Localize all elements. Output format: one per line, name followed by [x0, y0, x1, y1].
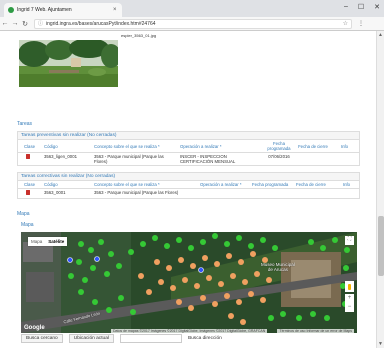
photo-filename[interactable]: espier_3563_01.jpg	[121, 33, 156, 38]
museum-label: Museo Municipal de Arucas	[261, 262, 295, 272]
address-bar[interactable]: ⓘ ingrid.ingra.es/bases/arucasPyt/index.…	[34, 18, 352, 29]
bookmark-star-icon[interactable]: ☆	[343, 20, 348, 27]
fecha-cierre-cell	[296, 152, 330, 165]
table-row[interactable]: 3563_0001 3563 - Parque municipal (Parqu…	[18, 188, 359, 198]
map-type-map[interactable]: Mapa	[28, 237, 45, 246]
concepto-cell: 3563 - Parque municipal (Parque las Flor…	[92, 152, 178, 165]
close-window-icon[interactable]: ✕	[374, 3, 380, 11]
map-view[interactable]: Mapa Satélite ⛶ + − Museo Municipal de Ar…	[21, 232, 357, 333]
direccion-input[interactable]	[119, 334, 182, 343]
fullscreen-icon[interactable]: ⛶	[345, 236, 354, 245]
mapa-title: Mapa	[17, 211, 30, 217]
col-concepto[interactable]: Concepto sobre el que se realiza *	[92, 140, 178, 153]
operacion-cell	[198, 188, 250, 198]
tareas-section: Tareas	[17, 121, 360, 127]
tareas-title: Tareas	[17, 121, 33, 127]
table-row[interactable]: 3563_ligen_0001 3563 - Parque municipal …	[18, 152, 359, 165]
concepto-cell: 3563 - Parque municipal (Parque las Flor…	[92, 188, 198, 198]
col-clase[interactable]: Clase	[18, 140, 42, 153]
col-codigo[interactable]: Código	[42, 181, 92, 189]
col-fecha-programada[interactable]: Fecha programada	[262, 140, 296, 153]
ubicacion-actual-button[interactable]: Ubicación actual	[68, 334, 114, 343]
col-fecha-cierre[interactable]: Fecha de cierre	[296, 140, 330, 153]
scroll-down-icon[interactable]: ▼	[378, 341, 383, 347]
map-terms[interactable]: Términos de uso Informar de un error de …	[277, 329, 354, 333]
tab-close-icon[interactable]: ×	[113, 7, 117, 13]
mapa-inner-title: Mapa	[21, 222, 34, 228]
codigo-cell: 3563_ligen_0001	[42, 152, 92, 165]
mapa-section: Mapa	[17, 211, 360, 217]
preventivas-table: Clase Código Concepto sobre el que se re…	[18, 140, 359, 165]
page-scrollbar[interactable]: ▲ ▼	[376, 31, 384, 348]
browser-toolbar: ← → ↻ ⓘ ingrid.ingra.es/bases/arucasPyt/…	[0, 17, 384, 31]
google-logo[interactable]: Google	[24, 325, 45, 331]
col-operacion[interactable]: Operación a realizar *	[178, 140, 262, 153]
col-fecha-programada[interactable]: Fecha programada	[250, 181, 294, 189]
browser-titlebar: Ingrid 7 Web. Ajuntamen × – ☐ ✕	[0, 0, 384, 17]
codigo-cell: 3563_0001	[42, 188, 92, 198]
info-cell	[330, 152, 359, 165]
col-clase[interactable]: Clase	[18, 181, 42, 189]
reload-icon[interactable]: ↻	[20, 20, 30, 28]
col-info[interactable]: Info	[330, 140, 359, 153]
correctivas-heading[interactable]: Tareas correctivas sin realizar (No cerr…	[18, 173, 359, 181]
table-header-row: Clase Código Concepto sobre el que se re…	[18, 140, 359, 153]
info-icon[interactable]: ⓘ	[38, 20, 43, 27]
pdf-icon[interactable]	[26, 190, 30, 195]
zoom-in-button[interactable]: +	[348, 294, 352, 303]
park-photo[interactable]	[19, 40, 118, 87]
clase-cell	[18, 152, 42, 165]
pegman-icon[interactable]	[345, 281, 354, 292]
preventivas-panel: Tareas preventivas sin realizar (No cerr…	[17, 131, 360, 166]
map-attribution: Datos de mapas ©2017 Imágenes ©2017 Digi…	[111, 329, 268, 333]
maximize-icon[interactable]: ☐	[358, 3, 364, 11]
site-favicon-icon	[8, 7, 14, 13]
zoom-out-button[interactable]: −	[348, 303, 352, 312]
info-cell	[334, 188, 359, 198]
map-type-satellite[interactable]: Satélite	[45, 237, 67, 246]
clase-cell	[18, 188, 42, 198]
tab-title: Ingrid 7 Web. Ajuntamen	[17, 7, 72, 13]
operacion-cell: INSCER - INSPECCION CERTIFICACIÓN MENSUA…	[178, 152, 262, 165]
preventivas-heading[interactable]: Tareas preventivas sin realizar (No cerr…	[18, 132, 359, 140]
fecha-cierre-cell	[294, 188, 334, 198]
pdf-icon[interactable]	[26, 154, 30, 159]
scrollbar-thumb[interactable]	[378, 216, 384, 276]
fecha-programada-cell	[250, 188, 294, 198]
buscar-cercano-button[interactable]: Busca cercano	[21, 334, 63, 343]
minimize-icon[interactable]: –	[344, 3, 348, 11]
col-info[interactable]: Info	[334, 181, 359, 189]
col-codigo[interactable]: Código	[42, 140, 92, 153]
map-type-toggle: Mapa Satélite	[28, 237, 68, 246]
back-icon[interactable]: ←	[0, 20, 10, 27]
busca-direccion-label[interactable]: Busca dirección	[188, 336, 222, 341]
col-operacion[interactable]: Operación a realizar *	[198, 181, 250, 189]
url-text: ingrid.ingra.es/bases/arucasPyt/index.ht…	[46, 20, 156, 27]
fecha-programada-cell: 07/06/2016	[262, 152, 296, 165]
scroll-up-icon[interactable]: ▲	[378, 32, 383, 38]
col-concepto[interactable]: Concepto sobre el que se realiza *	[92, 181, 198, 189]
forward-icon[interactable]: →	[10, 20, 20, 27]
correctivas-panel: Tareas correctivas sin realizar (No cerr…	[17, 172, 360, 199]
browser-tab[interactable]: Ingrid 7 Web. Ajuntamen ×	[4, 3, 122, 17]
map-search-bar: Busca cercano Ubicación actual Busca dir…	[21, 334, 222, 343]
correctivas-table: Clase Código Concepto sobre el que se re…	[18, 181, 359, 198]
browser-menu-icon[interactable]: ⋮	[358, 20, 364, 27]
zoom-control: + −	[345, 294, 354, 312]
col-fecha-cierre[interactable]: Fecha de cierre	[294, 181, 334, 189]
table-header-row: Clase Código Concepto sobre el que se re…	[18, 181, 359, 189]
mapa-inner-heading: Mapa	[21, 222, 364, 228]
